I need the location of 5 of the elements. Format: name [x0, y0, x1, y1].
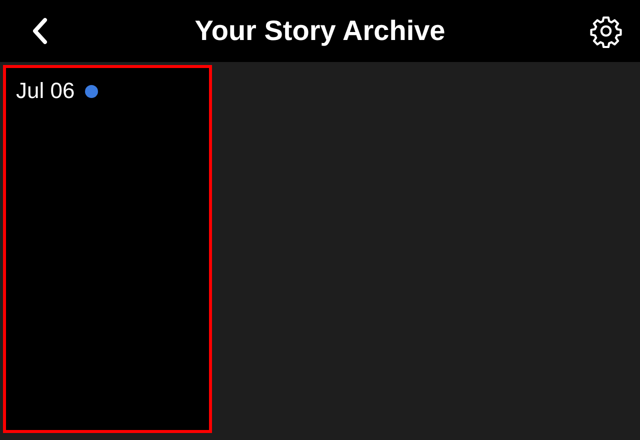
back-icon [32, 17, 48, 45]
story-date: Jul 06 [16, 78, 75, 104]
settings-icon [589, 14, 623, 48]
story-tile[interactable]: Jul 06 [3, 65, 212, 433]
page-title: Your Story Archive [194, 14, 446, 48]
